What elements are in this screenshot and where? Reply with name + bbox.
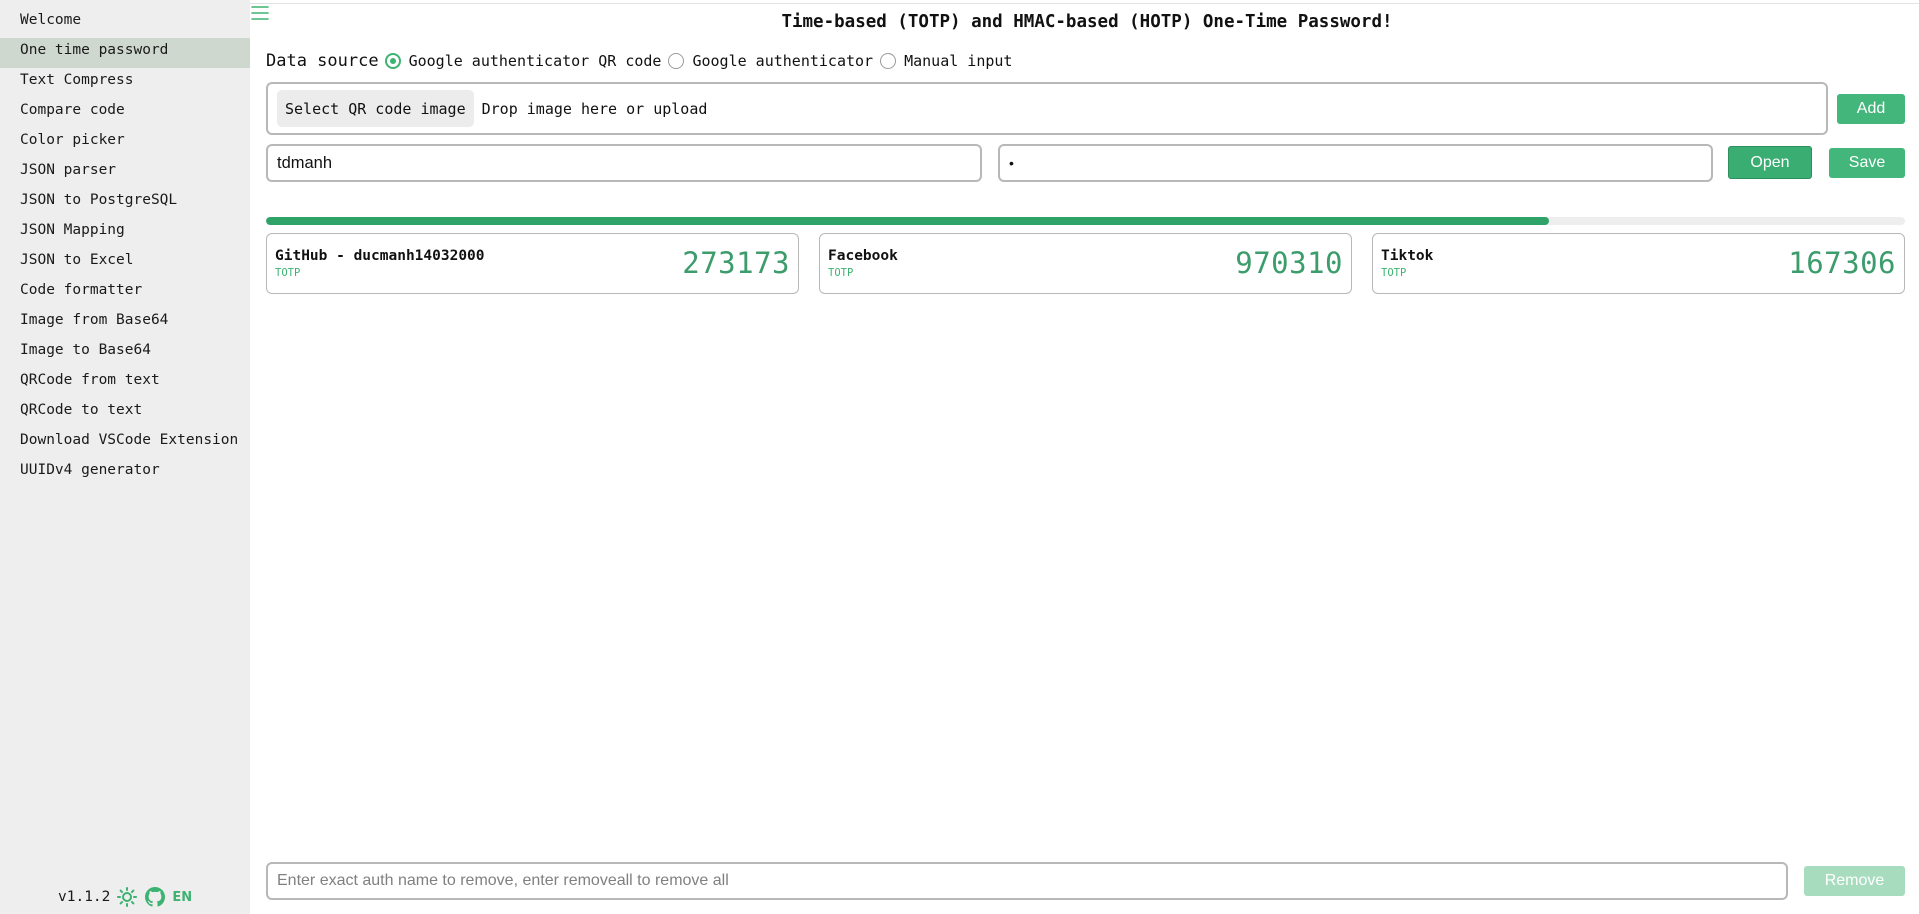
sidebar-item-json-to-postgresql[interactable]: JSON to PostgreSQL	[0, 188, 250, 218]
radio-label: Google authenticator QR code	[408, 52, 662, 70]
remove-button[interactable]: Remove	[1804, 866, 1905, 896]
save-button[interactable]: Save	[1829, 148, 1905, 178]
otp-card[interactable]: Facebook TOTP 970310	[819, 233, 1352, 294]
otp-card-list: GitHub - ducmanh14032000 TOTP 273173 Fac…	[266, 233, 1905, 294]
otp-type-badge: TOTP	[1381, 267, 1407, 279]
sidebar-item-text-compress[interactable]: Text Compress	[0, 68, 250, 98]
github-icon[interactable]	[144, 886, 166, 908]
sidebar-item-image-to-base64[interactable]: Image to Base64	[0, 338, 250, 368]
otp-code[interactable]: 167306	[1788, 246, 1896, 280]
otp-type-badge: TOTP	[828, 267, 854, 279]
sidebar-item-uuidv4-generator[interactable]: UUIDv4 generator	[0, 458, 250, 488]
language-toggle[interactable]: EN	[172, 890, 192, 905]
otp-card[interactable]: GitHub - ducmanh14032000 TOTP 273173	[266, 233, 799, 294]
radio-label: Manual input	[904, 52, 1013, 70]
add-button[interactable]: Add	[1837, 94, 1905, 124]
otp-code[interactable]: 970310	[1235, 246, 1343, 280]
radio-checked-icon	[384, 53, 401, 69]
sidebar-item-image-from-base64[interactable]: Image from Base64	[0, 308, 250, 338]
sidebar-item-qrcode-to-text[interactable]: QRCode to text	[0, 398, 250, 428]
otp-account-name: GitHub - ducmanh14032000	[275, 248, 485, 264]
sidebar-nav: Welcome One time password Text Compress …	[0, 8, 250, 488]
qr-upload-dropzone[interactable]: Select QR code image Drop image here or …	[266, 82, 1828, 135]
otp-type-badge: TOTP	[275, 267, 301, 279]
select-qr-image-button[interactable]: Select QR code image	[277, 90, 474, 127]
page-title: Time-based (TOTP) and HMAC-based (HOTP) …	[781, 12, 1393, 32]
radio-unchecked-icon	[668, 53, 685, 69]
remove-auth-input[interactable]: Enter exact auth name to remove, enter r…	[266, 862, 1788, 900]
otp-account-name: Facebook	[828, 248, 898, 264]
sidebar-item-download-vscode-extension[interactable]: Download VSCode Extension	[0, 428, 250, 458]
version-label: v1.1.2	[58, 889, 111, 905]
otp-timer-progress	[266, 217, 1905, 225]
radio-manual-input[interactable]: Manual input	[880, 52, 1012, 70]
sidebar-footer: v1.1.2 EN	[58, 886, 192, 908]
otp-card[interactable]: Tiktok TOTP 167306	[1372, 233, 1905, 294]
progress-fill	[266, 217, 1550, 225]
radio-unchecked-icon	[880, 53, 897, 69]
sun-icon[interactable]	[116, 886, 138, 908]
radio-google-authenticator-qr[interactable]: Google authenticator QR code	[384, 52, 662, 70]
sidebar-item-qrcode-from-text[interactable]: QRCode from text	[0, 368, 250, 398]
data-source-label: Data source	[266, 51, 379, 71]
otp-code[interactable]: 273173	[682, 246, 790, 280]
sidebar-item-color-picker[interactable]: Color picker	[0, 128, 250, 158]
sidebar-item-one-time-password[interactable]: One time password	[0, 38, 250, 68]
sidebar-item-json-mapping[interactable]: JSON Mapping	[0, 218, 250, 248]
password-field[interactable]: •	[998, 144, 1713, 182]
otp-account-name: Tiktok	[1381, 248, 1434, 264]
sidebar-item-welcome[interactable]: Welcome	[0, 8, 250, 38]
radio-label: Google authenticator	[692, 52, 874, 70]
radio-google-authenticator[interactable]: Google authenticator	[668, 52, 873, 70]
sidebar-item-compare-code[interactable]: Compare code	[0, 98, 250, 128]
sidebar-item-code-formatter[interactable]: Code formatter	[0, 278, 250, 308]
sidebar: Welcome One time password Text Compress …	[0, 0, 250, 914]
sidebar-item-json-to-excel[interactable]: JSON to Excel	[0, 248, 250, 278]
username-field[interactable]: tdmanh	[266, 144, 982, 182]
data-source-group: Data source Google authenticator QR code…	[266, 50, 1019, 72]
open-button[interactable]: Open	[1728, 146, 1812, 179]
top-divider	[0, 3, 1919, 4]
dropzone-hint: Drop image here or upload	[481, 99, 708, 118]
sidebar-item-json-parser[interactable]: JSON parser	[0, 158, 250, 188]
